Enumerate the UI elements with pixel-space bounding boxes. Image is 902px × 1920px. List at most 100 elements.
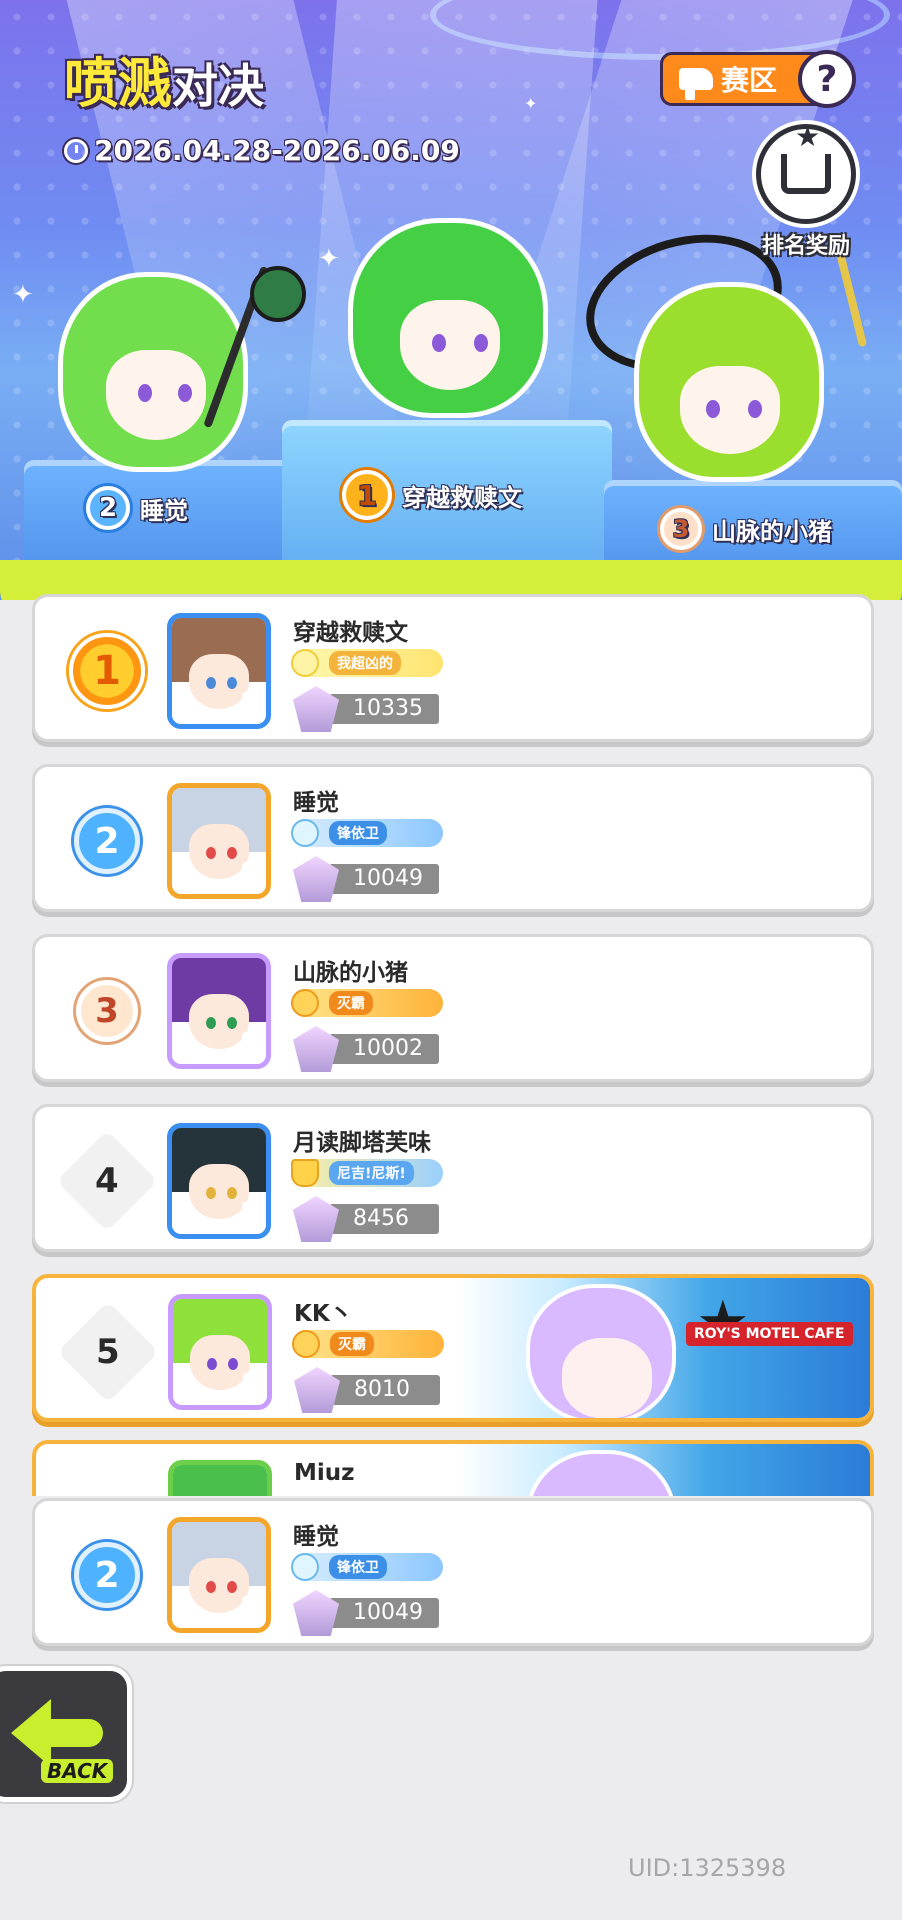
banner-sign: ROY'S MOTEL CAFE bbox=[686, 1322, 853, 1346]
water-gun-icon bbox=[679, 68, 713, 100]
score-row: 8456 bbox=[293, 1196, 439, 1242]
sparkle-icon: ✦ bbox=[524, 94, 538, 113]
avatar[interactable] bbox=[168, 1294, 272, 1410]
banner-character bbox=[526, 1284, 676, 1418]
score-row: 10049 bbox=[293, 1590, 439, 1636]
staff-orb bbox=[250, 266, 306, 322]
score-row: 8010 bbox=[294, 1367, 440, 1413]
score-row: 10335 bbox=[293, 686, 439, 732]
title-emblem-icon bbox=[291, 819, 319, 847]
rank-medal-icon bbox=[293, 1196, 339, 1242]
my-rank-card[interactable]: 2 睡觉 锋依卫 10049 bbox=[32, 1498, 874, 1646]
character-third-place[interactable] bbox=[634, 282, 824, 482]
rank-medal-icon bbox=[293, 856, 339, 902]
back-arrow-icon bbox=[11, 1699, 51, 1767]
leaderboard-row-highlighted[interactable]: ★ ROY'S MOTEL CAFE 5 KK丶 灭霸 8010 bbox=[32, 1274, 874, 1422]
event-date-range: 2026.04.28-2026.06.09 bbox=[94, 134, 460, 167]
user-id: UID:1325398 bbox=[628, 1854, 787, 1882]
player-title: 灭霸 bbox=[330, 1332, 374, 1356]
podium-name-second[interactable]: 2 睡觉 bbox=[86, 486, 188, 530]
sparkle-icon: ✦ bbox=[318, 244, 340, 274]
character-face bbox=[680, 366, 780, 454]
player-name: Miuz bbox=[294, 1460, 355, 1486]
avatar[interactable] bbox=[167, 783, 271, 899]
event-title-main: 喷溅 bbox=[64, 52, 172, 115]
player-title-chip: 锋依卫 bbox=[291, 819, 443, 847]
ranking-reward-label: 排名奖励 bbox=[761, 234, 850, 259]
title-emblem-icon bbox=[291, 649, 319, 677]
rank-badge: 5 bbox=[57, 1301, 159, 1403]
leaderboard-row[interactable]: Miuz bbox=[32, 1440, 874, 1496]
player-title-chip: 尼吉!尼斯! bbox=[291, 1159, 443, 1187]
ranking-reward-button[interactable]: 排名奖励 bbox=[748, 120, 864, 260]
help-button[interactable]: ? bbox=[798, 50, 856, 108]
leaderboard-scroll-clip: Miuz bbox=[0, 1440, 902, 1496]
player-name: 睡觉 bbox=[293, 790, 339, 816]
player-title: 锋依卫 bbox=[329, 821, 387, 845]
player-banner-art bbox=[456, 1444, 870, 1496]
character-eye bbox=[748, 400, 762, 418]
rank-medal-icon bbox=[293, 1590, 339, 1636]
event-title: 喷溅对决 bbox=[64, 54, 264, 116]
player-title: 尼吉!尼斯! bbox=[329, 1161, 414, 1185]
character-eye bbox=[178, 384, 192, 402]
rank-badge-1: 1 bbox=[342, 470, 392, 520]
back-label: BACK bbox=[41, 1759, 114, 1783]
title-emblem-icon bbox=[291, 989, 319, 1017]
avatar[interactable] bbox=[167, 1123, 271, 1239]
event-date: 2026.04.28-2026.06.09 bbox=[64, 134, 460, 167]
character-second-place[interactable] bbox=[58, 272, 248, 472]
rank-medal-icon bbox=[294, 1367, 340, 1413]
avatar[interactable] bbox=[168, 1460, 272, 1496]
avatar[interactable] bbox=[167, 1517, 271, 1633]
player-score: 8010 bbox=[330, 1375, 440, 1405]
avatar[interactable] bbox=[167, 953, 271, 1069]
podium-name-first[interactable]: 1 穿越救赎文 bbox=[342, 470, 522, 520]
player-title: 锋依卫 bbox=[329, 1555, 387, 1579]
player-name: 睡觉 bbox=[293, 1524, 339, 1550]
character-eye bbox=[432, 334, 446, 352]
player-title-chip: 锋依卫 bbox=[291, 1553, 443, 1581]
rank-badge-2: 2 bbox=[86, 486, 130, 530]
event-title-sub: 对决 bbox=[172, 59, 264, 113]
title-emblem-icon bbox=[292, 1330, 320, 1358]
leaderboard-row[interactable]: 3 山脉的小猪 灭霸 10002 bbox=[32, 934, 874, 1082]
player-title: 我超凶的 bbox=[329, 651, 401, 675]
back-arrow-shaft bbox=[47, 1719, 103, 1747]
player-score: 10002 bbox=[329, 1034, 439, 1064]
player-score: 10049 bbox=[329, 1598, 439, 1628]
player-score: 8456 bbox=[329, 1204, 439, 1234]
reward-box-icon bbox=[756, 120, 856, 224]
rank-badge: 1 bbox=[67, 631, 147, 711]
player-name: 穿越救赎文 bbox=[293, 620, 408, 646]
player-name: KK丶 bbox=[294, 1301, 353, 1327]
back-button[interactable]: BACK bbox=[0, 1666, 132, 1802]
leaderboard-row[interactable]: 4 月读脚塔芙味 尼吉!尼斯! 8456 bbox=[32, 1104, 874, 1252]
rank-medal-icon bbox=[293, 686, 339, 732]
podium-player-name: 山脉的小猪 bbox=[712, 517, 832, 546]
leaderboard-row[interactable]: 1 穿越救赎文 我超凶的 10335 bbox=[32, 594, 874, 742]
rank-badge: 2 bbox=[67, 1535, 147, 1615]
character-eye bbox=[474, 334, 488, 352]
rank-badge-3: 3 bbox=[660, 508, 702, 550]
rank-medal-icon bbox=[293, 1026, 339, 1072]
player-title-chip: 灭霸 bbox=[291, 989, 443, 1017]
rank-badge: 4 bbox=[56, 1130, 158, 1232]
podium-player-name: 穿越救赎文 bbox=[402, 483, 522, 512]
leaderboard-row[interactable]: 2 睡觉 锋依卫 10049 bbox=[32, 764, 874, 912]
clock-icon bbox=[64, 138, 88, 163]
score-row: 10002 bbox=[293, 1026, 439, 1072]
sparkle-icon: ✦ bbox=[12, 280, 34, 310]
podium-player-name: 睡觉 bbox=[140, 496, 188, 525]
player-title: 灭霸 bbox=[329, 991, 373, 1015]
player-score: 10335 bbox=[329, 694, 439, 724]
rank-badge: 2 bbox=[67, 801, 147, 881]
character-first-place[interactable] bbox=[348, 218, 548, 418]
rank-badge: 3 bbox=[67, 971, 147, 1051]
avatar[interactable] bbox=[167, 613, 271, 729]
player-score: 10049 bbox=[329, 864, 439, 894]
banner-character bbox=[526, 1450, 676, 1496]
character-eye bbox=[706, 400, 720, 418]
podium-name-third[interactable]: 3 山脉的小猪 bbox=[660, 508, 832, 550]
player-title-chip: 灭霸 bbox=[292, 1330, 444, 1358]
